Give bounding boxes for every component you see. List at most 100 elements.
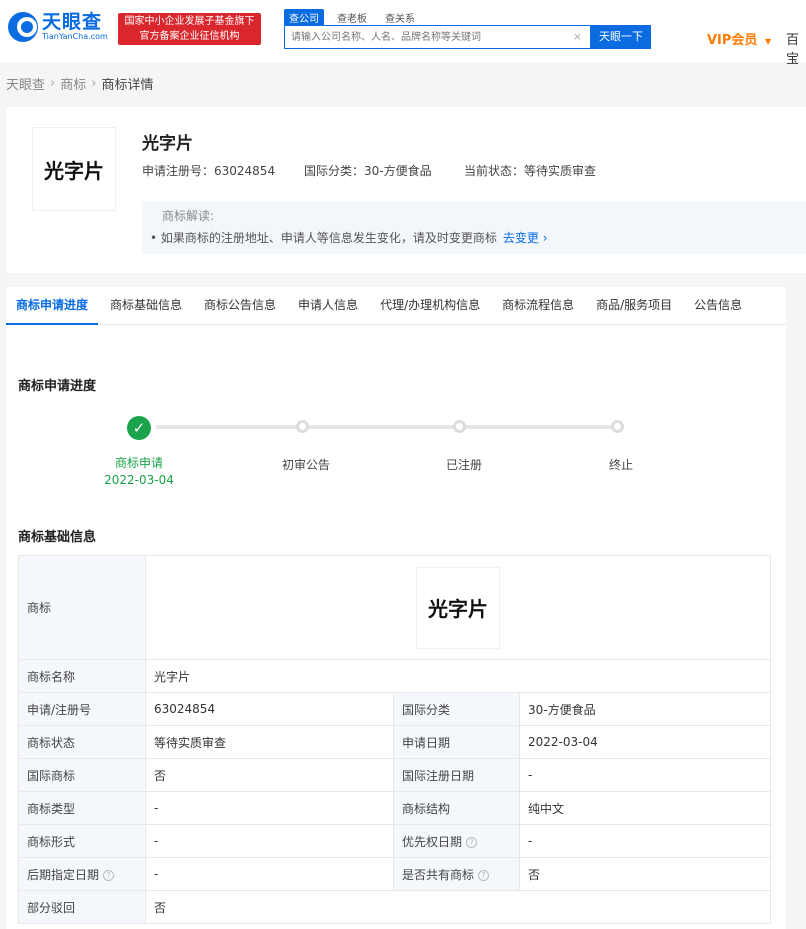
caret-down-icon: ▼: [764, 37, 772, 46]
top-header: 天眼查 TianYanCha.com 国家中小企业发展子基金旗下 官方备案企业征…: [0, 0, 806, 67]
tab-applicant-info[interactable]: 申请人信息: [288, 287, 368, 325]
table-value: 纯中文: [518, 791, 772, 825]
breadcrumb-trademark[interactable]: 商标: [60, 74, 86, 93]
tab-process-info[interactable]: 商标流程信息: [492, 287, 584, 325]
chevron-right-icon: ›: [91, 76, 97, 91]
breadcrumb: 天眼查 › 商标 › 商标详情: [6, 74, 153, 93]
table-row: 商标形式 - 优先权日期? -: [18, 824, 772, 858]
table-label: 国际分类: [393, 692, 520, 726]
basic-info-table: 商标 光字片 商标名称 光字片 申请/注册号 63024854 国际分类 30-…: [18, 555, 772, 924]
table-value: -: [145, 857, 394, 891]
logo-en-text: TianYanCha.com: [42, 32, 108, 41]
current-status: 当前状态：等待实质审查: [464, 164, 597, 178]
breadcrumb-current: 商标详情: [101, 78, 154, 93]
table-label-with-help: 优先权日期?: [393, 824, 520, 858]
vip-label: VIP会员: [707, 33, 758, 48]
tab-notice-info[interactable]: 公告信息: [684, 287, 752, 325]
trademark-title: 光字片: [142, 134, 193, 154]
step-date: 2022-03-04: [104, 473, 174, 487]
tab-basic-info[interactable]: 商标基础信息: [100, 287, 192, 325]
table-row: 商标 光字片: [18, 555, 772, 660]
help-icon[interactable]: ?: [478, 869, 490, 881]
help-icon[interactable]: ?: [466, 836, 478, 848]
trademark-thumbnail[interactable]: 光字片: [32, 127, 116, 211]
intl-class: 国际分类：30-方便食品: [304, 164, 432, 178]
table-row: 商标状态 等待实质审查 申请日期 2022-03-04: [18, 725, 772, 759]
table-label: 国际商标: [18, 758, 146, 792]
breadcrumb-home[interactable]: 天眼查: [6, 74, 45, 93]
table-value: 等待实质审查: [145, 725, 394, 759]
clear-icon[interactable]: ×: [573, 30, 582, 43]
help-icon[interactable]: ?: [103, 869, 115, 881]
table-value: 否: [145, 758, 394, 792]
step-label: 初审公告: [281, 458, 331, 472]
change-trademark-link[interactable]: 去变更 ›: [503, 231, 548, 245]
table-value: 光字片: [144, 659, 772, 693]
reg-number: 申请注册号：63024854: [142, 164, 276, 178]
progress-track: [156, 425, 618, 429]
table-row: 商标类型 - 商标结构 纯中文: [18, 791, 772, 825]
table-label: 国际注册日期: [393, 758, 520, 792]
tip-text: • 如果商标的注册地址、申请人等信息发生变化，请及时变更商标 去变更 ›: [150, 229, 548, 246]
main-content: 商标申请进度 商标基础信息 商标公告信息 申请人信息 代理/办理机构信息 商标流…: [6, 287, 786, 929]
search-input[interactable]: [285, 26, 575, 48]
table-label: 商标形式: [18, 824, 146, 858]
search-box: ×: [284, 25, 591, 49]
table-value: 2022-03-04: [518, 725, 772, 759]
table-row: 商标名称 光字片: [18, 659, 772, 693]
tip-message: • 如果商标的注册地址、申请人等信息发生变化，请及时变更商标: [150, 231, 497, 245]
basic-info-section-title: 商标基础信息: [18, 530, 97, 545]
table-label: 商标: [18, 555, 146, 660]
tab-announcement-info[interactable]: 商标公告信息: [194, 287, 286, 325]
step-dot-icon: [453, 420, 466, 433]
search-button[interactable]: 天眼一下: [591, 25, 651, 49]
tab-goods-services[interactable]: 商品/服务项目: [586, 287, 682, 325]
table-value: 否: [144, 890, 772, 924]
header-more-link[interactable]: 百宝: [786, 29, 806, 67]
trademark-image-cell: 光字片: [144, 555, 772, 660]
badge-line-1: 国家中小企业发展子基金旗下: [124, 16, 255, 27]
check-icon: ✓: [127, 416, 151, 440]
table-row: 后期指定日期? - 是否共有商标? 否: [18, 857, 772, 891]
step-dot-icon: [296, 420, 309, 433]
search-tab-relation[interactable]: 查关系: [380, 9, 420, 26]
search-tabs: 查公司 查老板 查关系: [284, 9, 428, 26]
table-value: -: [518, 824, 772, 858]
progress-section-title: 商标申请进度: [18, 379, 97, 394]
chevron-right-icon: ›: [542, 231, 548, 245]
trademark-summary-card: 光字片 光字片 申请注册号：63024854 国际分类：30-方便食品 当前状态…: [6, 107, 806, 273]
chevron-right-icon: ›: [50, 76, 56, 91]
trademark-image[interactable]: 光字片: [416, 566, 501, 649]
table-value: 30-方便食品: [518, 692, 772, 726]
table-value: 63024854: [145, 692, 394, 726]
step-dot-icon: [611, 420, 624, 433]
search-tab-boss[interactable]: 查老板: [332, 9, 372, 26]
table-label: 商标状态: [18, 725, 146, 759]
table-label: 申请/注册号: [18, 692, 146, 726]
table-value: 否: [518, 857, 772, 891]
table-label-with-help: 是否共有商标?: [393, 857, 520, 891]
step-label: 终止: [608, 458, 634, 472]
tab-application-progress[interactable]: 商标申请进度: [6, 287, 99, 325]
logo-eye-icon: [8, 12, 38, 42]
tianyancha-logo[interactable]: 天眼查 TianYanCha.com: [8, 12, 108, 42]
table-label-with-help: 后期指定日期?: [18, 857, 146, 891]
table-value: -: [145, 791, 394, 825]
trademark-tip-box: 商标解读: • 如果商标的注册地址、申请人等信息发生变化，请及时变更商标 去变更 …: [142, 201, 806, 254]
step-label: 商标申请: [114, 456, 164, 470]
table-label: 商标类型: [18, 791, 146, 825]
logo-cn-text: 天眼查: [42, 11, 103, 33]
table-label: 部分驳回: [18, 890, 146, 924]
vip-menu[interactable]: VIP会员 ▼: [707, 29, 771, 48]
table-label: 商标结构: [393, 791, 520, 825]
search-tab-company[interactable]: 查公司: [284, 9, 324, 26]
badge-line-2: 官方备案企业征信机构: [139, 31, 240, 42]
table-value: -: [518, 758, 772, 792]
detail-tabs: 商标申请进度 商标基础信息 商标公告信息 申请人信息 代理/办理机构信息 商标流…: [6, 287, 786, 325]
table-label: 申请日期: [393, 725, 520, 759]
table-row: 部分驳回 否: [18, 890, 772, 924]
table-value: -: [145, 824, 394, 858]
tab-agency-info[interactable]: 代理/办理机构信息: [370, 287, 490, 325]
official-badge: 国家中小企业发展子基金旗下 官方备案企业征信机构: [118, 13, 261, 45]
step-label: 已注册: [445, 458, 483, 472]
